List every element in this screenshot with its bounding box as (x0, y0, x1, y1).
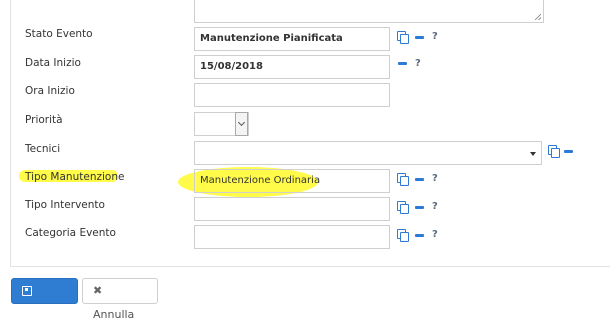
copy-icon[interactable] (397, 201, 409, 214)
select-toggle[interactable] (235, 112, 248, 136)
chevron-down-icon (237, 118, 246, 127)
save-icon (22, 286, 32, 296)
notes-textarea[interactable] (194, 0, 544, 23)
minus-icon[interactable] (564, 150, 573, 153)
help-icon[interactable]: ? (432, 202, 438, 212)
stato-evento-field[interactable]: Manutenzione Pianificata (194, 27, 390, 51)
tecnici-select[interactable] (194, 141, 542, 165)
label-categoria-evento: Categoria Evento (25, 227, 116, 239)
cancel-button-label: Annulla (93, 308, 135, 321)
data-inizio-field[interactable]: 15/08/2018 (194, 55, 390, 79)
label-tecnici: Tecnici (25, 143, 61, 155)
copy-icon[interactable] (397, 173, 409, 186)
minus-icon[interactable] (398, 62, 407, 65)
label-stato-evento: Stato Evento (25, 28, 93, 40)
resize-grip-icon[interactable] (535, 14, 541, 20)
close-icon: ✖ (93, 284, 103, 297)
minus-icon[interactable] (415, 178, 424, 181)
copy-icon[interactable] (397, 31, 409, 44)
tipo-intervento-field[interactable] (194, 197, 390, 221)
ora-inizio-field[interactable] (194, 83, 390, 107)
priorita-select[interactable] (194, 112, 249, 136)
categoria-evento-field[interactable] (194, 225, 390, 249)
dropdown-arrow-icon (530, 152, 536, 156)
help-icon[interactable]: ? (432, 174, 438, 184)
label-data-inizio: Data Inizio (25, 57, 81, 69)
help-icon[interactable]: ? (432, 230, 438, 240)
minus-icon[interactable] (415, 206, 424, 209)
label-priorita: Priorità (25, 114, 63, 126)
label-tipo-manutenzione: Tipo Manutenzione (25, 171, 125, 183)
cancel-button[interactable]: ✖ Annulla (82, 278, 158, 321)
save-button-label: Salva (22, 308, 53, 321)
help-icon[interactable]: ? (432, 32, 438, 42)
label-ora-inizio: Ora Inizio (25, 85, 75, 97)
copy-icon[interactable] (548, 145, 560, 158)
help-icon[interactable]: ? (415, 59, 421, 69)
minus-icon[interactable] (415, 36, 424, 39)
save-button[interactable]: Salva (11, 278, 78, 321)
minus-icon[interactable] (415, 234, 424, 237)
copy-icon[interactable] (397, 229, 409, 242)
label-tipo-intervento: Tipo Intervento (25, 199, 105, 211)
tipo-manutenzione-field[interactable]: Manutenzione Ordinaria (194, 169, 390, 193)
